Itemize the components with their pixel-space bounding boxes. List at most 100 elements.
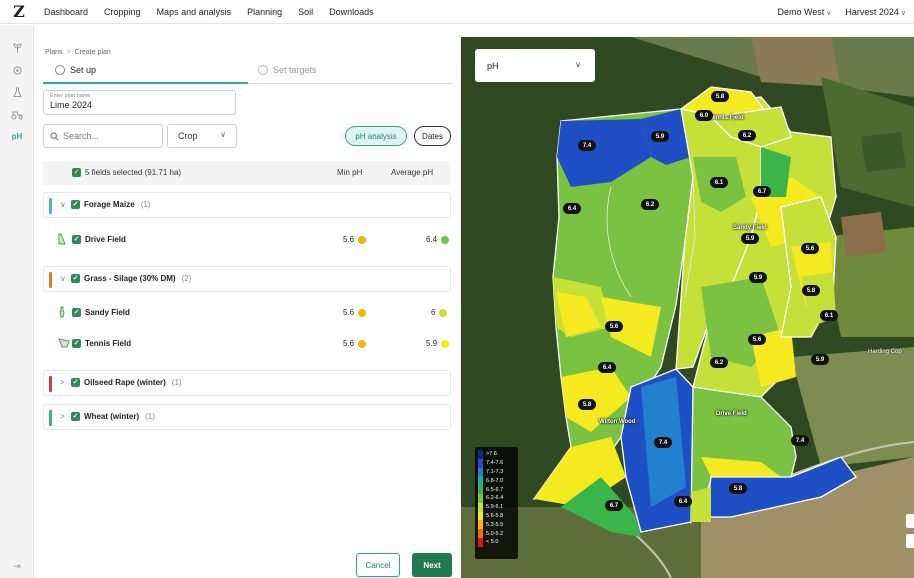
crop-group-grass-silage[interactable]: ∨ ✓ Grass - Silage (30% DM) (2) (43, 266, 451, 292)
column-min-ph: Min pH (337, 168, 363, 177)
legend-swatch (478, 458, 483, 468)
checkbox-icon[interactable]: ✓ (72, 339, 81, 348)
ph-badge[interactable]: 6.2 (641, 199, 659, 210)
group-color-bar (49, 410, 52, 426)
checkbox-icon[interactable]: ✓ (71, 378, 80, 387)
fields-table-header: ✓ 5 fields selected (91.71 ha) Min pH Av… (43, 161, 451, 185)
ph-badge[interactable]: 6.2 (738, 130, 756, 141)
field-row-drive-field[interactable]: ✓ Drive Field 5.6 6.4 (43, 227, 451, 253)
group-name: Forage Maize (84, 200, 135, 209)
app-logo[interactable]: Z (0, 2, 38, 21)
field-row-tennis-field[interactable]: ✓ Tennis Field 5.6 5.9 (43, 331, 451, 357)
field-shape-icon (58, 233, 66, 245)
zoom-in-icon[interactable] (906, 514, 914, 528)
checkbox-icon[interactable]: ✓ (71, 412, 80, 421)
chevron-down-icon[interactable]: ∨ (60, 274, 66, 283)
checkbox-icon[interactable]: ✓ (71, 274, 80, 283)
average-ph-value: 6.4 (426, 235, 438, 244)
search-input[interactable]: Search... (43, 124, 163, 148)
collapse-icon[interactable]: ⇥ (0, 561, 34, 572)
ph-badge[interactable]: 5.6 (605, 321, 623, 332)
ph-badge[interactable]: 6.1 (820, 310, 838, 321)
cancel-button[interactable]: Cancel (356, 553, 400, 577)
nav-soil[interactable]: Soil (298, 7, 313, 17)
ph-badge[interactable]: 5.9 (651, 131, 669, 142)
ph-badge[interactable]: 5.8 (802, 285, 820, 296)
legend-label: 5.0-5.2 (486, 530, 504, 537)
next-button[interactable]: Next (412, 553, 452, 577)
legend-label: >7.6 (486, 451, 497, 458)
crop-group-wheat[interactable]: > ✓ Wheat (winter) (1) (43, 404, 451, 430)
ph-badge[interactable]: 6.4 (563, 203, 581, 214)
ph-badge[interactable]: 5.8 (729, 483, 747, 494)
ph-badge[interactable]: 7.4 (791, 435, 809, 446)
ph-badge[interactable]: 6.4 (674, 496, 692, 507)
group-label: ✓ Forage Maize (1) (71, 200, 150, 209)
field-row-sandy-field[interactable]: ✓ Sandy Field 5.6 6 (43, 300, 451, 326)
select-all[interactable]: ✓ 5 fields selected (91.71 ha) (72, 168, 181, 177)
breadcrumb-plans[interactable]: Plans (45, 49, 63, 56)
legend-label: 7.1-7.3 (486, 468, 504, 475)
ph-status-dot (441, 235, 450, 244)
ph-badge[interactable]: 6.0 (695, 110, 713, 121)
ph-badge[interactable]: 6.7 (753, 186, 771, 197)
ph-badge[interactable]: 5.6 (748, 334, 766, 345)
step-set-up[interactable]: Set up (55, 65, 96, 75)
plan-name-field[interactable]: Enter plan name Lime 2024 (43, 90, 236, 115)
field-name: Sandy Field (85, 308, 130, 317)
legend-row: 6.5-6.7 (478, 485, 515, 494)
ph-badge[interactable]: 7.4 (654, 437, 672, 448)
checkbox-icon[interactable]: ✓ (72, 168, 81, 177)
layers-icon[interactable] (0, 59, 34, 81)
ph-badge[interactable]: 5.8 (711, 91, 729, 102)
legend-row: 6.8-7.0 (478, 476, 515, 486)
legend-row: 7.1-7.3 (478, 467, 515, 477)
checkbox-icon[interactable]: ✓ (71, 200, 80, 209)
crop-group-forage-maize[interactable]: ∨ ✓ Forage Maize (1) (43, 192, 451, 218)
plan-panel: Plans > Create plan Set up Set targets Ent… (35, 25, 460, 578)
ph-badge[interactable]: 5.6 (801, 243, 819, 254)
nav-cropping[interactable]: Cropping (104, 7, 141, 17)
legend-row: 5.9-6.1 (478, 502, 515, 512)
ph-badge[interactable]: 6.4 (598, 362, 616, 373)
ph-badge[interactable]: 6.2 (710, 357, 728, 368)
ph-legend: >7.6 7.4-7.6 7.1-7.3 6.8-7.0 6.5-6.7 6.2-6.4 5… (475, 447, 518, 559)
dates-button[interactable]: Dates (414, 126, 451, 146)
step-set-targets[interactable]: Set targets (258, 65, 317, 75)
ph-badge[interactable]: 5.9 (749, 272, 767, 283)
app-window: Z Dashboard Cropping Maps and analysis P… (0, 0, 914, 578)
ph-badge[interactable]: 5.8 (578, 399, 596, 410)
chevron-down-icon[interactable]: ∨ (60, 200, 66, 209)
crop-group-oilseed-rape[interactable]: > ✓ Oilseed Rape (winter) (1) (43, 370, 451, 396)
nav-dashboard[interactable]: Dashboard (44, 7, 88, 17)
plan-name-value[interactable]: Lime 2024 (50, 100, 229, 110)
crop-filter-label: Crop (178, 131, 198, 141)
chevron-right-icon[interactable]: > (60, 378, 65, 387)
map-field-label: Wilton Wood (599, 419, 636, 425)
crop-filter-select[interactable]: Crop ∨ (167, 124, 237, 148)
harvest-selector[interactable]: Harvest 2024 (845, 7, 906, 17)
crop-icon[interactable] (0, 37, 34, 59)
tractor-icon[interactable] (0, 103, 34, 125)
checkbox-icon[interactable]: ✓ (72, 235, 81, 244)
ph-badge[interactable]: 7.4 (578, 140, 596, 151)
chevron-right-icon[interactable]: > (60, 412, 65, 421)
ph-badge[interactable]: 5.9 (811, 354, 829, 365)
nav-planning[interactable]: Planning (247, 7, 282, 17)
field-map[interactable]: pH ∨ Tennis Field Sandy Field Drive Fiel… (461, 37, 914, 578)
layer-select[interactable]: pH ∨ (475, 49, 595, 82)
ph-badge[interactable]: 6.7 (605, 500, 623, 511)
legend-row: < 5.0 (478, 537, 515, 547)
checkbox-icon[interactable]: ✓ (72, 308, 81, 317)
zoom-out-icon[interactable] (906, 534, 914, 548)
ph-badge[interactable]: 5.9 (741, 233, 759, 244)
nav-downloads[interactable]: Downloads (329, 7, 374, 17)
nav-maps-and-analysis[interactable]: Maps and analysis (157, 7, 232, 17)
group-count: (1) (145, 412, 155, 421)
flask-icon[interactable] (0, 81, 34, 103)
ph-badge[interactable]: 6.1 (710, 177, 728, 188)
ph-analysis-button[interactable]: pH analysis (345, 126, 407, 146)
group-label: ✓ Oilseed Rape (winter) (1) (71, 378, 182, 387)
ph-nav-item[interactable]: pH (0, 125, 34, 147)
farm-selector[interactable]: Demo West (777, 7, 831, 17)
